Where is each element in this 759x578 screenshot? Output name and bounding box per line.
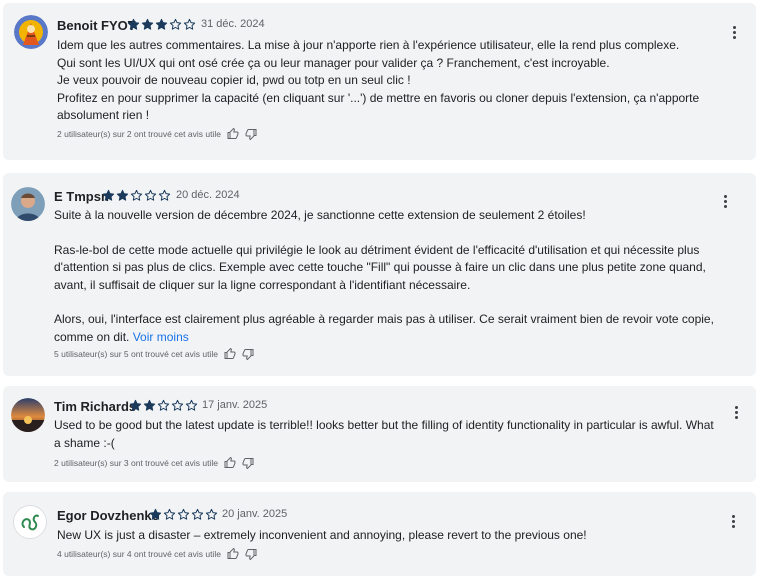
thumbs-up-icon[interactable] <box>224 348 236 360</box>
review-text: Idem que les autres commentaires. La mis… <box>57 37 699 125</box>
review-card: Tim Richards 17 janv. 2025 Used to be go… <box>3 386 756 482</box>
review-line: Alors, oui, l'interface est clairement p… <box>54 312 714 326</box>
star-filled-icon <box>127 18 140 30</box>
star-rating <box>102 189 171 202</box>
star-empty-icon <box>163 508 176 520</box>
helpful-row: 2 utilisateur(s) sur 2 ont trouvé cet av… <box>57 128 257 140</box>
helpful-row: 4 utilisateur(s) sur 4 ont trouvé cet av… <box>57 548 257 560</box>
helpful-row: 5 utilisateur(s) sur 5 ont trouvé cet av… <box>54 348 254 360</box>
star-empty-icon <box>185 399 198 411</box>
review-line: New UX is just a disaster – extremely in… <box>57 528 587 542</box>
star-empty-icon <box>183 18 196 30</box>
review-card: Egor Dovzhenko 20 janv. 2025 New UX is j… <box>3 492 756 576</box>
review-text: Used to be good but the latest update is… <box>54 417 714 452</box>
helpful-count: 4 utilisateur(s) sur 4 ont trouvé cet av… <box>57 549 221 559</box>
review-line: Ras-le-bol de cette mode actuelle qui pr… <box>54 242 700 257</box>
star-empty-icon <box>171 399 184 411</box>
helpful-count: 2 utilisateur(s) sur 2 ont trouvé cet av… <box>57 129 221 139</box>
more-options-icon[interactable] <box>718 192 732 210</box>
star-filled-icon <box>149 508 162 520</box>
star-filled-icon <box>155 18 168 30</box>
sunset-avatar-icon <box>11 398 45 432</box>
review-date: 17 janv. 2025 <box>202 399 268 411</box>
review-card: Benoit FYOT 31 déc. 2024 Idem que les au… <box>3 3 756 160</box>
thumbs-up-icon[interactable] <box>227 128 239 140</box>
reviewer-name[interactable]: E Tmpsn <box>54 189 109 204</box>
review-line: Used to be good but the latest update is… <box>54 418 714 432</box>
thumbs-down-icon[interactable] <box>245 548 257 560</box>
review-line: a shame :-( <box>54 435 115 450</box>
helpful-count: 2 utilisateur(s) sur 3 ont trouvé cet av… <box>54 458 218 468</box>
review-date: 20 janv. 2025 <box>222 508 288 520</box>
cartoon-avatar-icon <box>14 15 48 49</box>
review-text: New UX is just a disaster – extremely in… <box>57 527 587 545</box>
star-rating <box>149 508 218 521</box>
review-line: comme on dit. Voir moins <box>54 329 189 344</box>
star-filled-icon <box>141 18 154 30</box>
star-empty-icon <box>130 189 143 201</box>
review-line: Je veux pouvoir de nouveau copier id, pw… <box>57 73 411 87</box>
squiggle-avatar-icon <box>13 505 47 539</box>
more-options-icon[interactable] <box>729 403 743 421</box>
star-empty-icon <box>169 18 182 30</box>
review-line: Profitez en pour supprimer la capacité (… <box>57 90 700 105</box>
star-empty-icon <box>177 508 190 520</box>
thumbs-down-icon[interactable] <box>242 348 254 360</box>
star-filled-icon <box>116 189 129 201</box>
review-line: avant, il suffisait de cliquer sur la li… <box>54 277 471 292</box>
review-date: 31 déc. 2024 <box>201 18 265 30</box>
review-line: Suite à la nouvelle version de décembre … <box>54 208 586 222</box>
review-text: Suite à la nouvelle version de décembre … <box>54 207 714 346</box>
reviewer-name[interactable]: Egor Dovzhenko <box>57 508 160 523</box>
reviewer-name[interactable]: Tim Richards <box>54 399 136 414</box>
review-line: absolument rien ! <box>57 108 150 122</box>
thumbs-down-icon[interactable] <box>245 128 257 140</box>
star-empty-icon <box>157 399 170 411</box>
star-rating <box>127 18 196 31</box>
photo-avatar-icon <box>11 187 45 221</box>
thumbs-down-icon[interactable] <box>242 457 254 469</box>
helpful-count: 5 utilisateur(s) sur 5 ont trouvé cet av… <box>54 349 218 359</box>
see-less-link[interactable]: Voir moins <box>133 330 189 344</box>
thumbs-up-icon[interactable] <box>224 457 236 469</box>
star-empty-icon <box>144 189 157 201</box>
review-line: Idem que les autres commentaires. La mis… <box>57 38 680 52</box>
reviewer-name[interactable]: Benoit FYOT <box>57 18 136 33</box>
more-options-icon[interactable] <box>726 512 740 530</box>
review-line: Qui sont les UI/UX qui ont osé crée ça o… <box>57 55 610 70</box>
star-filled-icon <box>143 399 156 411</box>
review-date: 20 déc. 2024 <box>176 189 240 201</box>
star-empty-icon <box>158 189 171 201</box>
more-options-icon[interactable] <box>727 23 741 41</box>
thumbs-up-icon[interactable] <box>227 548 239 560</box>
star-filled-icon <box>102 189 115 201</box>
helpful-row: 2 utilisateur(s) sur 3 ont trouvé cet av… <box>54 457 254 469</box>
review-line: d'attention si pas plus de clics. Exempl… <box>54 260 706 274</box>
star-empty-icon <box>191 508 204 520</box>
star-filled-icon <box>129 399 142 411</box>
star-empty-icon <box>205 508 218 520</box>
review-card: E Tmpsn 20 déc. 2024 Suite à la nouvelle… <box>3 173 756 376</box>
star-rating <box>129 399 198 412</box>
